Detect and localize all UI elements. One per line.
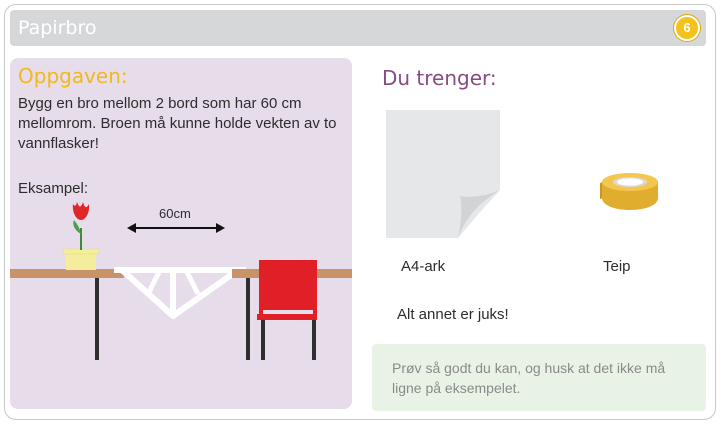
hint-box: Prøv så godt du kan, og husk at det ikke… [372,344,706,411]
chair-icon [257,260,317,360]
task-description: Bygg en bro mellom 2 bord som har 60 cm … [18,95,337,152]
rules-note: Alt annet er juks! [397,306,509,323]
item-label-a4: A4-ark [401,258,446,275]
distance-arrow-icon [127,223,225,233]
paper-bridge [114,267,246,319]
paper-sheet-icon [386,110,500,238]
page-title: Papirbro [18,17,97,39]
flower-pot-icon [62,202,100,270]
task-heading: Oppgaven: [18,64,128,88]
task-panel: Oppgaven: Bygg en bro mellom 2 bord som … [10,58,352,409]
tape-roll-icon [600,173,658,210]
hint-text: Prøv så godt du kan, og husk at det ikke… [392,360,666,396]
bridge-example-illustration [10,202,352,360]
needs-heading: Du trenger: [382,66,497,90]
item-label-tape: Teip [603,258,631,275]
title-bar: Papirbro 6 [10,10,706,46]
left-table [10,269,124,360]
distance-label: 60cm [159,206,191,221]
example-label: Eksampel: [18,180,89,197]
number-badge: 6 [674,15,700,41]
